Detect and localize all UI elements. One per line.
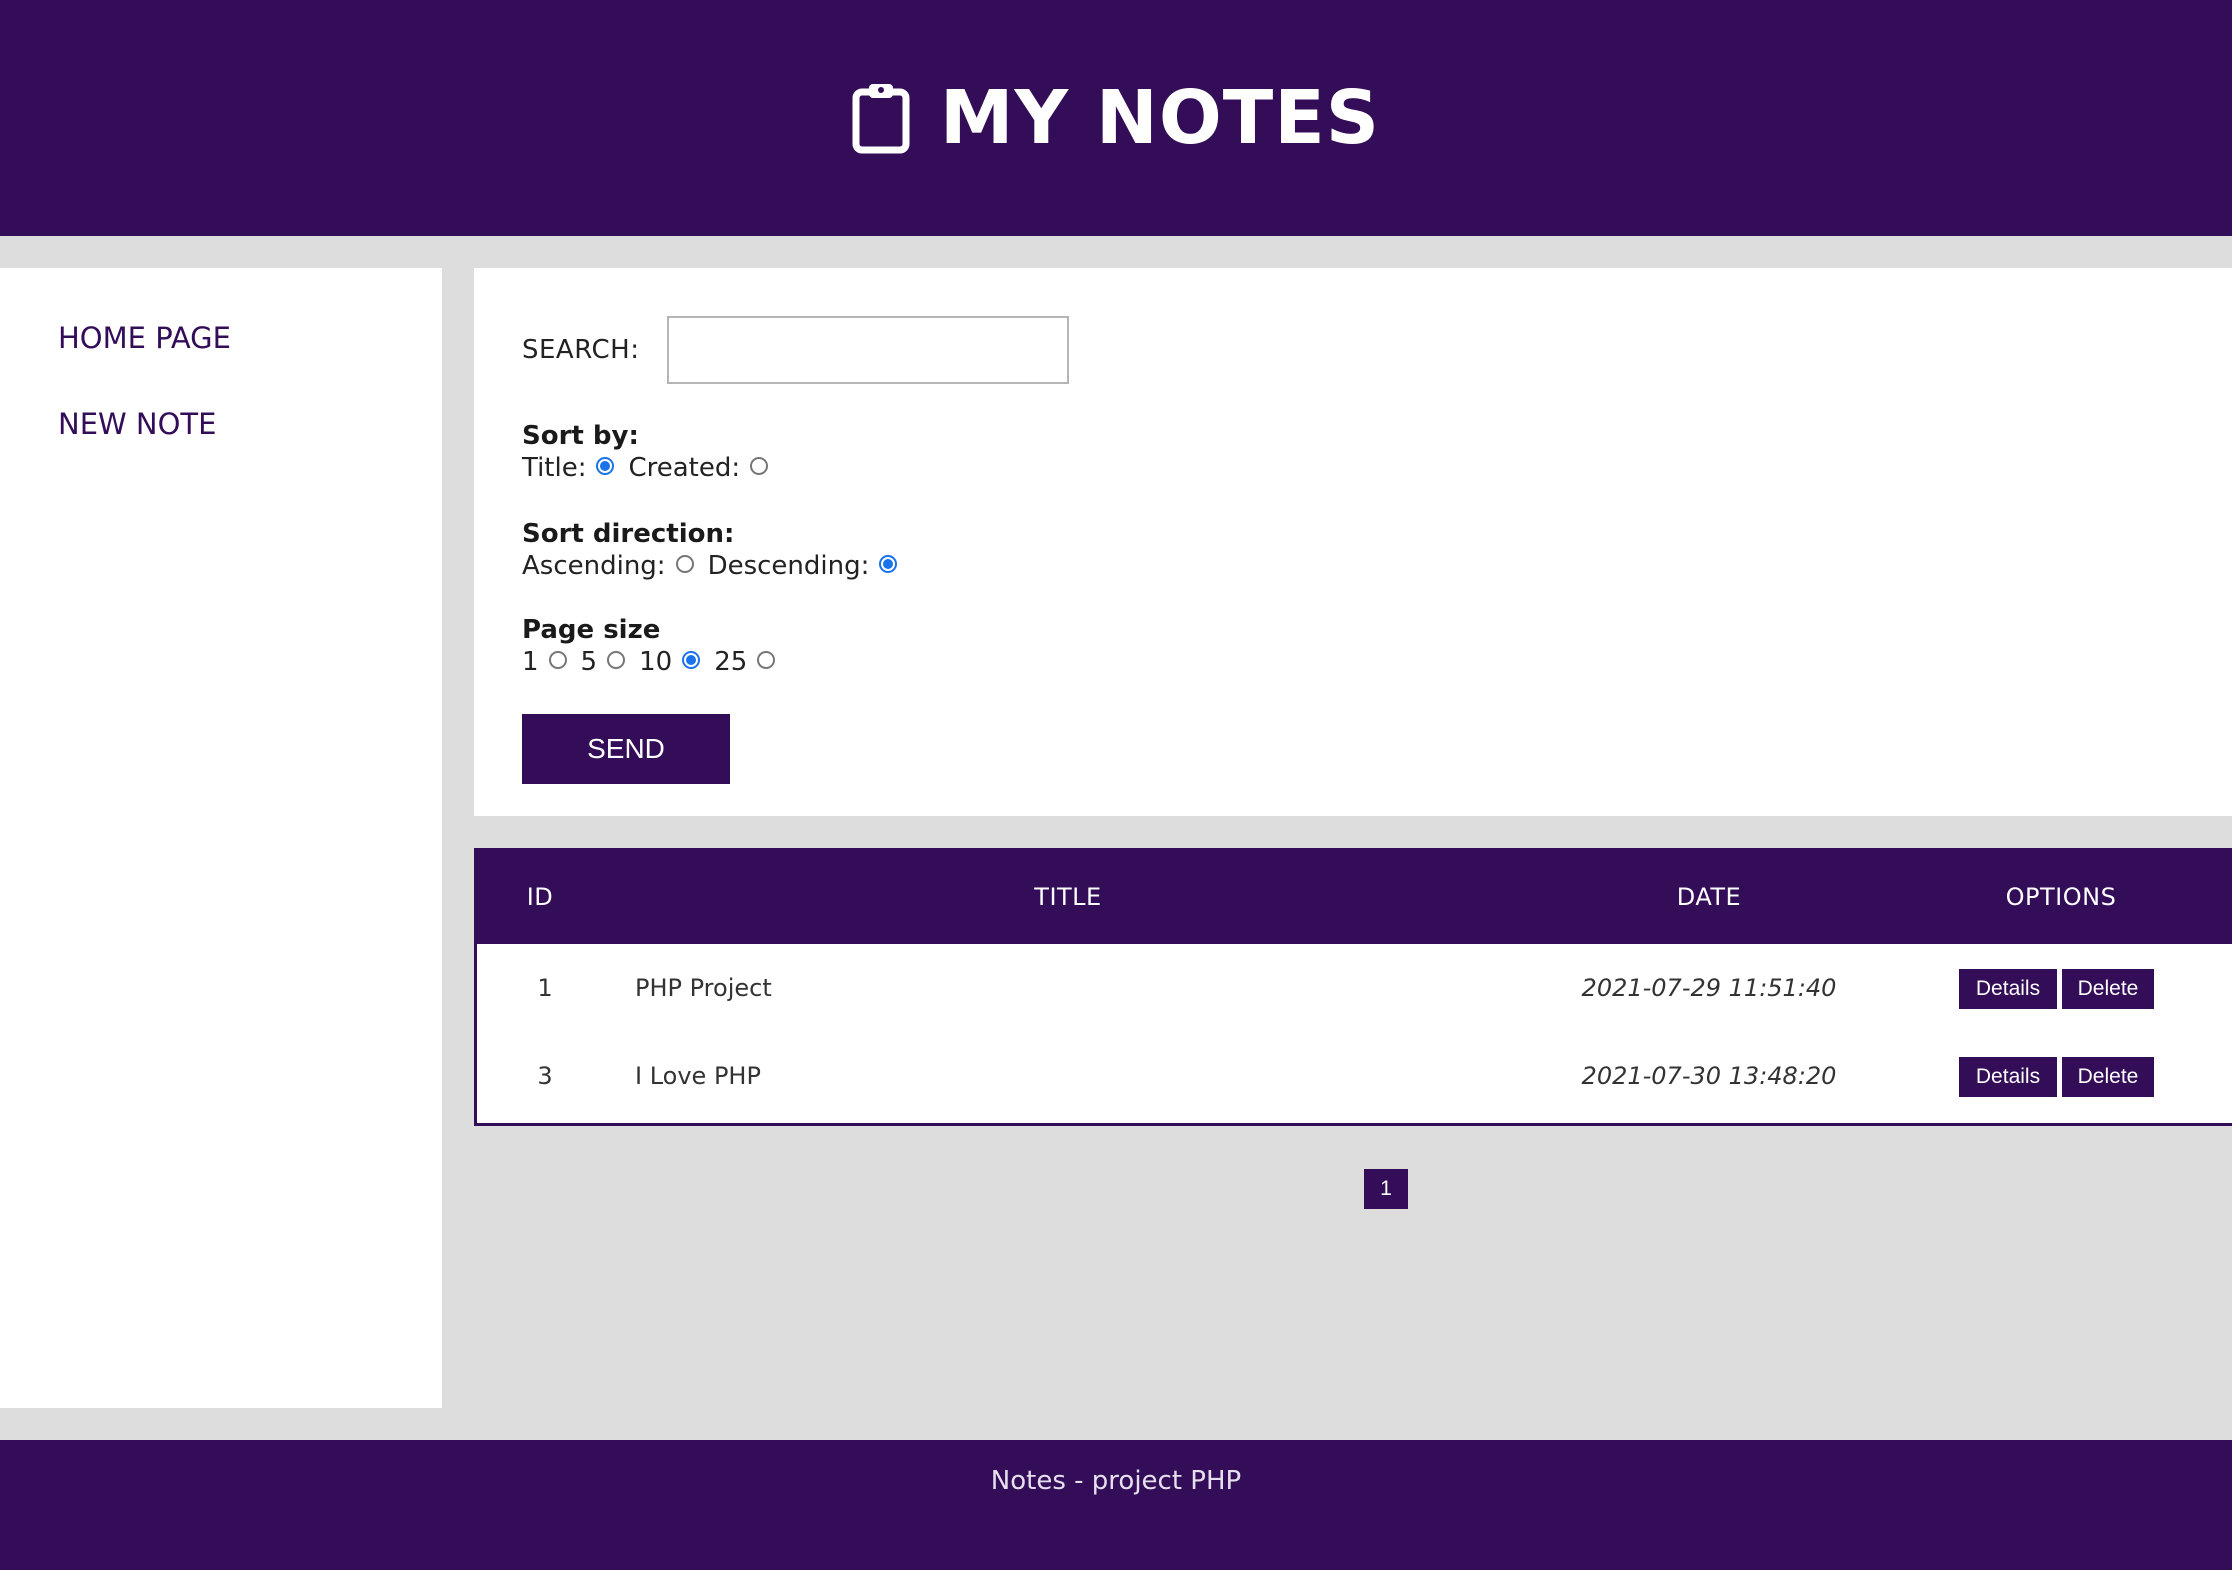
app-title: MY NOTES — [939, 75, 1381, 161]
page-size-25-radio[interactable] — [757, 651, 776, 669]
footer: Notes - project PHP — [0, 1440, 2232, 1570]
sort-by-title: Sort by: — [522, 421, 639, 451]
page-size-title: Page size — [522, 615, 661, 645]
page-size-25-label: 25 — [714, 647, 748, 677]
row-id: 3 — [537, 1062, 553, 1090]
header-id: ID — [526, 883, 554, 911]
page-size-10-radio[interactable] — [682, 651, 701, 669]
header-options: OPTIONS — [2005, 883, 2117, 911]
search-row: SEARCH: — [522, 316, 1070, 384]
header-date: DATE — [1676, 883, 1742, 911]
details-button[interactable]: Details — [1959, 1057, 2057, 1097]
details-button[interactable]: Details — [1959, 969, 2057, 1009]
page-size-group: Page size 1 5 10 25 — [522, 614, 789, 678]
sort-direction-title: Sort direction: — [522, 519, 735, 549]
row-title: PHP Project — [635, 974, 772, 1002]
header: MY NOTES — [0, 0, 2232, 236]
sort-direction-options: Ascending: Descending: — [522, 550, 911, 582]
table-row: 3 I Love PHP 2021-07-30 13:48:20 Details… — [477, 1032, 2232, 1120]
footer-text: Notes - project PHP — [990, 1466, 1242, 1496]
table-row: 1 PHP Project 2021-07-29 11:51:40 Detail… — [477, 944, 2232, 1032]
page-size-5-label: 5 — [580, 647, 598, 677]
notes-table: ID TITLE DATE OPTIONS 1 PHP Project 2021… — [474, 848, 2232, 1126]
filter-form: SEARCH: Sort by: Title: Created: Sort di… — [474, 268, 2232, 816]
row-date: 2021-07-30 13:48:20 — [1581, 1062, 1837, 1090]
delete-button[interactable]: Delete — [2062, 1057, 2154, 1097]
header-title-group: MY NOTES — [852, 75, 1380, 161]
sort-by-options: Title: Created: — [522, 452, 782, 484]
sort-by-created-radio[interactable] — [750, 457, 769, 475]
sidebar: HOME PAGE NEW NOTE — [0, 268, 442, 1408]
search-input[interactable] — [667, 316, 1070, 384]
pagination-page-1[interactable]: 1 — [1364, 1169, 1408, 1209]
row-id: 1 — [537, 974, 553, 1002]
ascending-radio[interactable] — [675, 555, 694, 573]
sort-direction-group: Sort direction: Ascending: Descending: — [522, 518, 911, 582]
page-size-1-label: 1 — [522, 647, 539, 677]
table-header: ID TITLE DATE OPTIONS — [477, 851, 2232, 944]
sort-by-title-label: Title: — [522, 453, 587, 483]
page-size-options: 1 5 10 25 — [522, 646, 789, 678]
nav-home-page[interactable]: HOME PAGE — [58, 318, 442, 404]
send-button[interactable]: SEND — [522, 714, 730, 784]
row-title: I Love PHP — [635, 1062, 761, 1090]
nav-new-note[interactable]: NEW NOTE — [58, 404, 442, 490]
delete-button[interactable]: Delete — [2062, 969, 2154, 1009]
row-date: 2021-07-29 11:51:40 — [1581, 974, 1837, 1002]
page-size-10-label: 10 — [639, 647, 673, 677]
sort-by-created-label: Created: — [628, 453, 741, 483]
descending-radio[interactable] — [879, 555, 898, 573]
ascending-label: Ascending: — [522, 551, 666, 581]
page-size-5-radio[interactable] — [607, 651, 626, 669]
header-title: TITLE — [1034, 883, 1102, 911]
descending-label: Descending: — [707, 551, 870, 581]
search-label: SEARCH: — [522, 335, 640, 365]
page-size-1-radio[interactable] — [548, 651, 567, 669]
clipboard-icon — [852, 84, 910, 154]
sort-by-title-radio[interactable] — [596, 457, 615, 475]
sort-by-group: Sort by: Title: Created: — [522, 420, 782, 484]
